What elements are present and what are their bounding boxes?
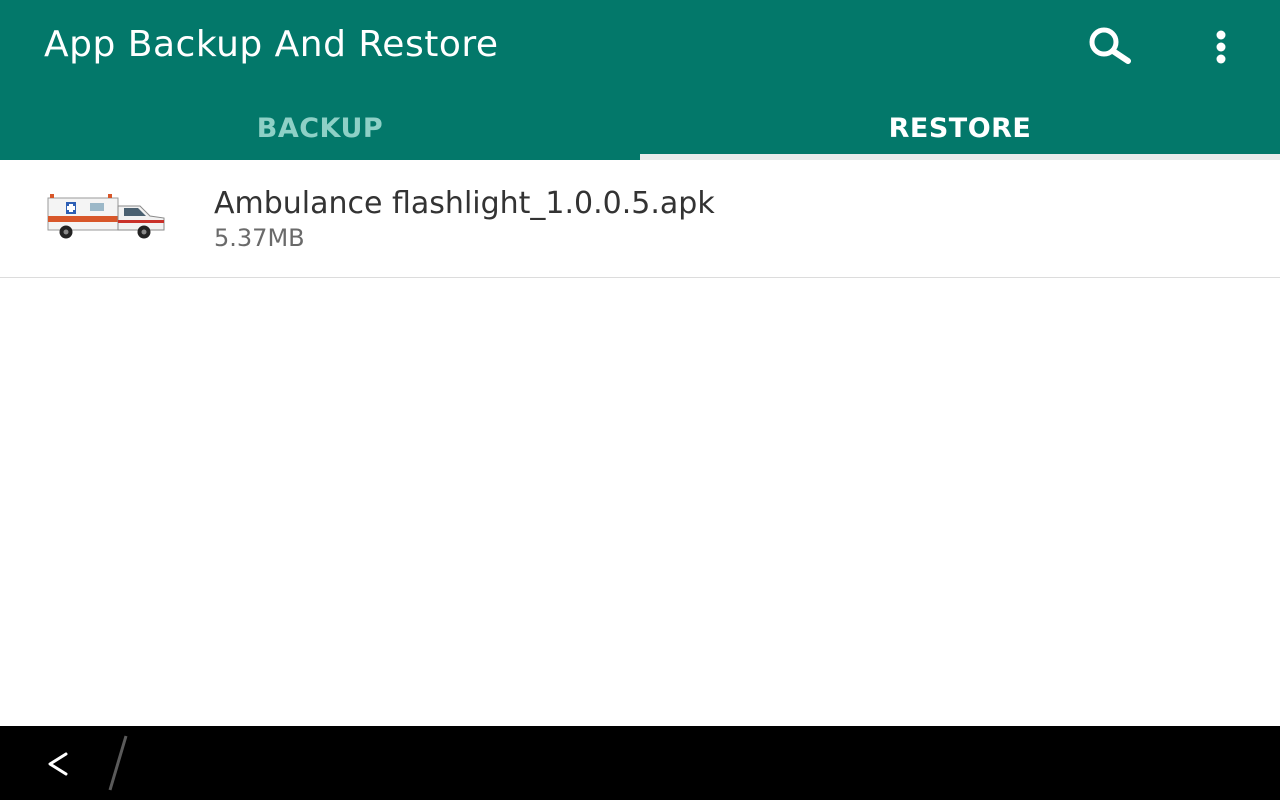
tab-backup-label: BACKUP: [256, 112, 384, 144]
app-title: App Backup And Restore: [44, 24, 499, 65]
search-icon: [1089, 27, 1131, 64]
app-bar: App Backup And Restore BACKUP RESTORE: [0, 0, 1280, 160]
apk-file-name: Ambulance flashlight_1.0.0.5.apk: [214, 186, 715, 221]
nav-divider: [108, 735, 128, 791]
more-options-button[interactable]: [1197, 22, 1245, 70]
tab-restore-label: RESTORE: [888, 112, 1032, 144]
ambulance-icon: [47, 194, 165, 239]
nav-back-button[interactable]: [36, 742, 80, 786]
tab-restore[interactable]: RESTORE: [640, 96, 1280, 160]
tab-bar: BACKUP RESTORE: [0, 96, 1280, 160]
apk-file-size: 5.37MB: [214, 224, 305, 252]
restore-list: Ambulance flashlight_1.0.0.5.apk 5.37MB: [0, 160, 1280, 278]
back-arrow-icon: [48, 752, 68, 776]
search-button[interactable]: [1084, 22, 1132, 70]
system-navigation-bar: [0, 726, 1280, 800]
tab-backup[interactable]: BACKUP: [0, 96, 640, 160]
more-vert-icon: [1216, 30, 1226, 64]
list-item[interactable]: Ambulance flashlight_1.0.0.5.apk 5.37MB: [0, 160, 1280, 278]
